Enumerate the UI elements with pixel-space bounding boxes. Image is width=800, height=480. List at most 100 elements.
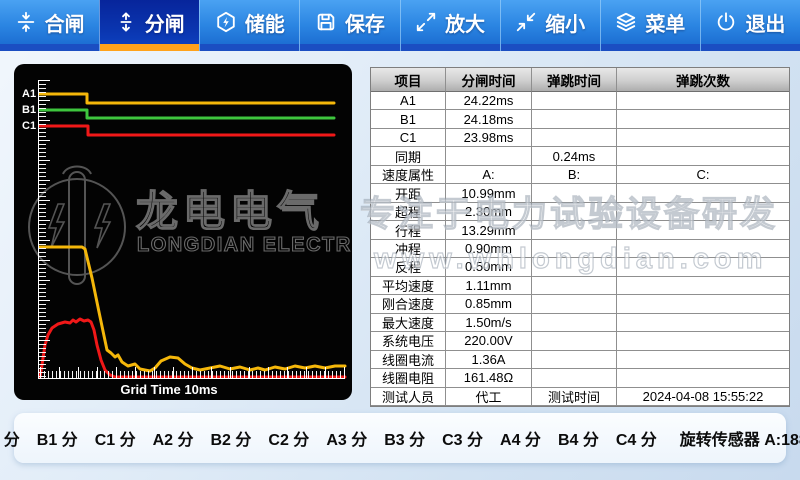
toolbar-tab-energy[interactable]: 储能	[199, 0, 299, 51]
table-cell	[617, 221, 789, 239]
table-cell: A:	[446, 166, 532, 184]
table-cell: 13.29mm	[446, 221, 532, 239]
table-cell: 220.00V	[446, 332, 532, 350]
table-cell: 开距	[371, 184, 446, 202]
table-cell	[617, 129, 789, 147]
table-cell: 0.90mm	[446, 240, 532, 258]
table-cell: C1	[371, 129, 446, 147]
waveform-chart: 龙电电气 LONGDIAN ELECTRIC A1 B1 C1 Grid Time …	[14, 64, 352, 400]
table-cell	[617, 351, 789, 369]
table-cell: 1.11mm	[446, 277, 532, 295]
table-cell	[532, 184, 617, 202]
table-cell	[532, 314, 617, 332]
column-header: 弹跳时间	[532, 68, 617, 92]
table-cell: 10.99mm	[446, 184, 532, 202]
tab-label: 保存	[345, 8, 385, 37]
table-cell: 测试时间	[532, 388, 617, 406]
table-cell	[532, 129, 617, 147]
column-header: 分闸时间	[446, 68, 532, 92]
exit-icon	[715, 11, 737, 33]
lightning-bolt-icon	[95, 204, 110, 248]
save-icon	[315, 11, 337, 33]
table-cell: 测试人员	[371, 388, 446, 406]
phase-state-item: B3 分	[384, 426, 425, 450]
trace-C1-contact	[40, 126, 334, 135]
toolbar-tab-zoom-in[interactable]: 放大	[400, 0, 500, 51]
open-switch-icon	[115, 11, 137, 33]
trace-A1-contact	[40, 94, 334, 103]
column-header: 弹跳次数	[617, 68, 789, 92]
table-cell: 系统电压	[371, 332, 446, 350]
table-cell	[617, 314, 789, 332]
table-cell: C:	[617, 166, 789, 184]
toolbar-tab-exit[interactable]: 退出	[700, 0, 800, 51]
table-cell: 速度属性	[371, 166, 446, 184]
tab-label: 放大	[445, 8, 485, 37]
grid-time-label: Grid Time 10ms	[84, 382, 254, 397]
table-cell: 代工	[446, 388, 532, 406]
table-cell	[617, 295, 789, 313]
toolbar: 合闸 分闸 储能 保存 放大 缩小菜单退出	[0, 0, 800, 51]
table-cell	[532, 351, 617, 369]
table-cell	[617, 203, 789, 221]
table-cell: 平均速度	[371, 277, 446, 295]
toolbar-tab-close-switch[interactable]: 合闸	[0, 0, 99, 51]
chart-canvas: 龙电电气 LONGDIAN ELECTRIC	[14, 64, 352, 400]
phase-state-item: A2 分	[153, 426, 194, 450]
table-cell: 24.22ms	[446, 92, 532, 110]
phase-state-item: C3 分	[442, 426, 483, 450]
phase-state-item: A1 分	[0, 426, 20, 450]
watermark-en-text: LONGDIAN ELECTRIC	[137, 234, 352, 256]
rotation-sensor-readout: 旋转传感器 A:188.4	[680, 426, 800, 450]
table-cell: A1	[371, 92, 446, 110]
app-window: 合闸 分闸 储能 保存 放大 缩小菜单退出 龙电电气 LONGDIAN ELECTRIC …	[0, 0, 800, 480]
channel-label-B1: B1	[22, 104, 36, 116]
lightning-bolt-icon	[49, 204, 64, 248]
table-cell	[532, 110, 617, 128]
toolbar-tab-save[interactable]: 保存	[299, 0, 399, 51]
time-axis-major-ticks	[40, 367, 345, 378]
tab-label: 储能	[245, 8, 285, 37]
table-cell	[617, 369, 789, 387]
logo-watermark: 龙电电气 LONGDIAN ELECTRIC	[29, 167, 352, 285]
tab-label: 分闸	[145, 8, 185, 37]
phase-state-item: B1 分	[37, 426, 78, 450]
table-cell	[532, 203, 617, 221]
table-cell: 线圈电阻	[371, 369, 446, 387]
channel-label-A1: A1	[22, 88, 36, 100]
channel-label-C1: C1	[22, 120, 36, 132]
table-cell: 反程	[371, 258, 446, 276]
table-cell	[446, 147, 532, 165]
phase-state-item: C1 分	[95, 426, 136, 450]
watermark-cn-text: 龙电电气	[136, 188, 324, 235]
toolbar-tab-menu[interactable]: 菜单	[600, 0, 700, 51]
phase-state-item: B2 分	[211, 426, 252, 450]
menu-icon	[615, 11, 637, 33]
phase-state-item: B4 分	[558, 426, 599, 450]
table-cell	[532, 369, 617, 387]
table-cell: 2.30mm	[446, 203, 532, 221]
toolbar-tab-zoom-out[interactable]: 缩小	[500, 0, 600, 51]
tab-label: 缩小	[545, 8, 585, 37]
table-cell: B1	[371, 110, 446, 128]
table-cell: 0.85mm	[446, 295, 532, 313]
table-cell	[617, 110, 789, 128]
table-cell: 161.48Ω	[446, 369, 532, 387]
table-cell: 超程	[371, 203, 446, 221]
toolbar-tab-open-switch[interactable]: 分闸	[99, 0, 199, 51]
table-cell: 0.24ms	[532, 147, 617, 165]
table-cell	[532, 240, 617, 258]
table-cell: 24.18ms	[446, 110, 532, 128]
table-cell: 1.36A	[446, 351, 532, 369]
column-header: 项目	[371, 68, 446, 92]
phase-state-item: A3 分	[326, 426, 367, 450]
table-cell: 最大速度	[371, 314, 446, 332]
table-cell	[617, 258, 789, 276]
close-switch-icon	[15, 11, 37, 33]
table-cell	[532, 221, 617, 239]
table-cell	[532, 332, 617, 350]
tab-label: 合闸	[45, 8, 85, 37]
zoom-in-icon	[415, 11, 437, 33]
table-cell: 刚合速度	[371, 295, 446, 313]
trace-B1-contact	[40, 110, 334, 118]
